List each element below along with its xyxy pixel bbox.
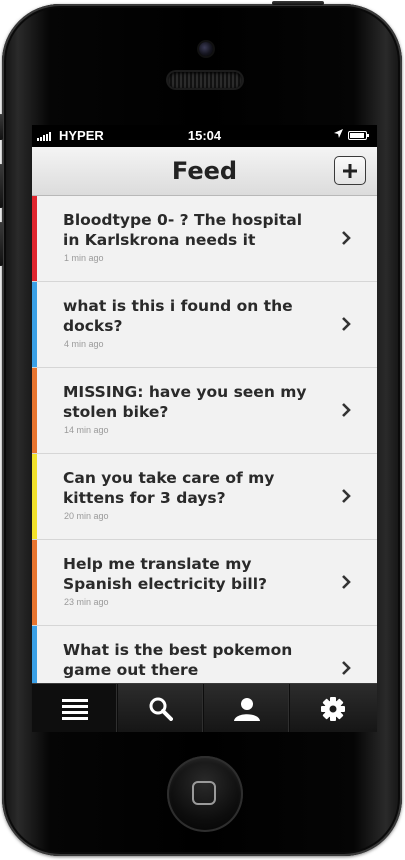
location-arrow-icon — [334, 129, 343, 141]
category-color-bar — [32, 368, 37, 453]
navigation-bar: Feed — [32, 147, 377, 196]
page-title: Feed — [171, 157, 238, 185]
chevron-right-icon — [342, 317, 351, 331]
feed-item-time: 23 min ago — [64, 597, 109, 607]
status-bar: HYPER 15:04 — [32, 125, 377, 147]
search-icon — [149, 697, 173, 721]
list-icon — [61, 698, 88, 720]
mute-switch — [0, 114, 3, 140]
tab-profile[interactable] — [204, 684, 290, 732]
volume-up-button — [0, 164, 3, 208]
chevron-right-icon — [342, 661, 351, 675]
tab-search[interactable] — [118, 684, 204, 732]
status-time: 15:04 — [187, 128, 222, 143]
earpiece-speaker — [168, 72, 242, 88]
plus-icon — [343, 163, 357, 178]
feed-item-time: 14 min ago — [64, 425, 109, 435]
screen: HYPER 15:04 Feed Bloodtype 0- ? The hosp… — [32, 125, 377, 732]
feed-item-title: Help me translate my Spanish electricity… — [63, 555, 268, 593]
volume-down-button — [0, 222, 3, 266]
feed-item-title: What is the best pokemon game out there — [63, 641, 293, 679]
feed-item-time: 1 min ago — [64, 253, 104, 263]
category-color-bar — [32, 196, 37, 281]
feed-item-time: 20 min ago — [64, 511, 109, 521]
tab-settings[interactable] — [290, 684, 376, 732]
feed-item[interactable]: what is this i found on the docks? 4 min … — [32, 282, 377, 368]
power-button — [272, 1, 324, 5]
chevron-right-icon — [342, 575, 351, 589]
chevron-right-icon — [342, 403, 351, 417]
feed-item-title: Bloodtype 0- ? The hospital in Karlskron… — [63, 211, 303, 249]
feed-item-title: MISSING: have you seen my stolen bike? — [63, 383, 307, 421]
feed-item[interactable]: Help me translate my Spanish electricity… — [32, 540, 377, 626]
gear-icon — [321, 696, 345, 721]
tab-bar — [32, 683, 377, 732]
category-color-bar — [32, 626, 37, 683]
home-square-icon — [192, 781, 216, 805]
feed-item[interactable]: MISSING: have you seen my stolen bike? 14… — [32, 368, 377, 454]
front-camera — [199, 42, 213, 56]
feed-list: Bloodtype 0- ? The hospital in Karlskron… — [32, 196, 377, 683]
feed-item-title: what is this i found on the docks? — [63, 297, 293, 335]
feed-item[interactable]: Can you take care of my kittens for 3 da… — [32, 454, 377, 540]
category-color-bar — [32, 282, 37, 367]
category-color-bar — [32, 540, 37, 625]
feed-item-title: Can you take care of my kittens for 3 da… — [63, 469, 275, 507]
feed-item-time: 4 min ago — [64, 339, 104, 349]
chevron-right-icon — [342, 231, 351, 245]
add-post-button[interactable] — [334, 156, 366, 185]
chevron-right-icon — [342, 489, 351, 503]
feed-item[interactable]: Bloodtype 0- ? The hospital in Karlskron… — [32, 196, 377, 282]
feed-item[interactable]: What is the best pokemon game out there — [32, 626, 377, 683]
home-button[interactable] — [167, 756, 243, 832]
tab-feed[interactable] — [32, 684, 118, 732]
category-color-bar — [32, 454, 37, 539]
user-icon — [233, 697, 260, 721]
battery-icon — [348, 131, 369, 140]
